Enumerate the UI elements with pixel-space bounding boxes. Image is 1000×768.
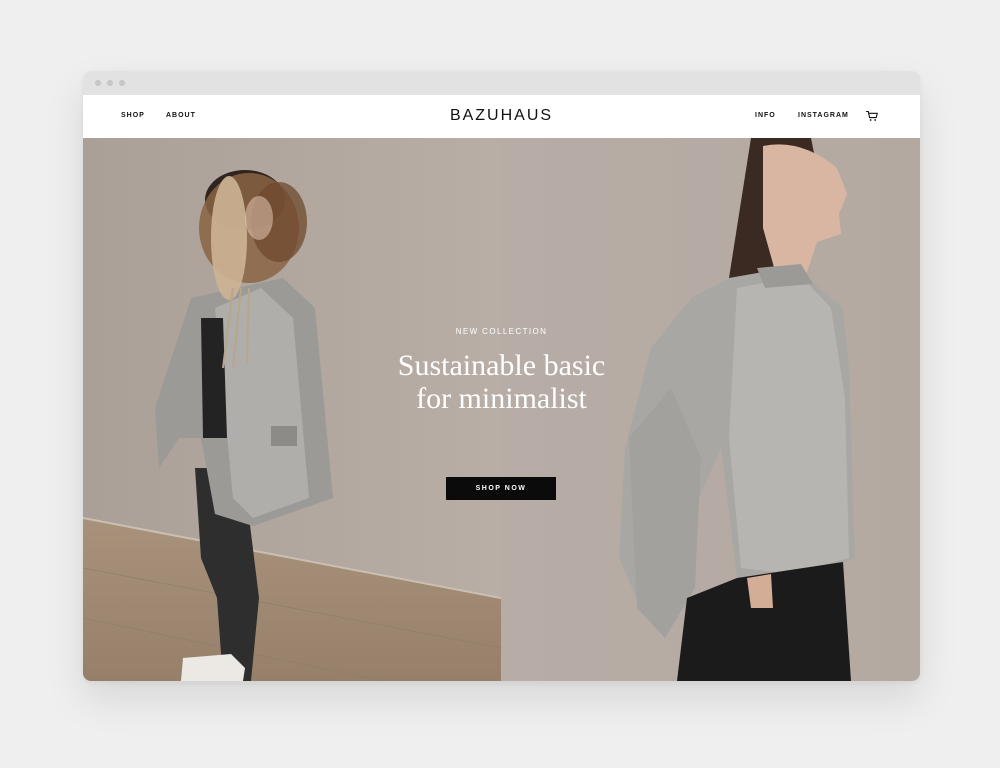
nav-link-info[interactable]: INFO [755,111,776,121]
window-dot-maximize[interactable] [119,80,125,86]
cart-icon[interactable] [866,110,878,122]
shop-now-button[interactable]: SHOP NOW [446,477,556,500]
brand-logo[interactable]: BAZUHAUS [83,107,920,125]
window-dot-close[interactable] [95,80,101,86]
hero-headline-line-1: Sustainable basic [397,349,606,382]
browser-chrome-bar [83,71,920,95]
hero-eyebrow: NEW COLLECTION [455,327,548,336]
site-header: SHOP ABOUT BAZUHAUS INFO INSTAGRAM [83,95,920,138]
browser-window: SHOP ABOUT BAZUHAUS INFO INSTAGRAM NEW C… [83,71,920,681]
hero-banner: NEW COLLECTION Sustainable basic for min… [83,138,920,681]
window-dot-minimize[interactable] [107,80,113,86]
hero-headline: Sustainable basic for minimalist [83,349,920,415]
hero-headline-line-2: for minimalist [416,382,587,415]
nav-link-instagram[interactable]: INSTAGRAM [798,111,849,121]
